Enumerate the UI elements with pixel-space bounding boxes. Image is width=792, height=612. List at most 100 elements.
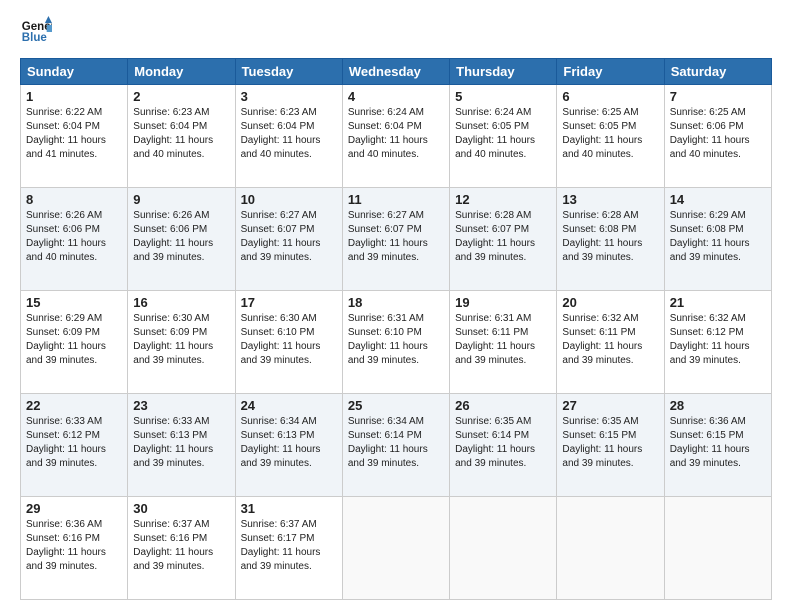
day-info: Sunrise: 6:31 AM Sunset: 6:11 PM Dayligh… bbox=[455, 312, 551, 368]
calendar-week-row: 1 Sunrise: 6:22 AM Sunset: 6:04 PM Dayli… bbox=[21, 85, 772, 188]
day-number: 7 bbox=[670, 89, 766, 104]
calendar-cell: 1 Sunrise: 6:22 AM Sunset: 6:04 PM Dayli… bbox=[21, 85, 128, 188]
day-number: 2 bbox=[133, 89, 229, 104]
calendar-cell: 29 Sunrise: 6:36 AM Sunset: 6:16 PM Dayl… bbox=[21, 497, 128, 600]
day-info: Sunrise: 6:22 AM Sunset: 6:04 PM Dayligh… bbox=[26, 106, 122, 162]
calendar-cell: 7 Sunrise: 6:25 AM Sunset: 6:06 PM Dayli… bbox=[664, 85, 771, 188]
calendar-cell: 13 Sunrise: 6:28 AM Sunset: 6:08 PM Dayl… bbox=[557, 188, 664, 291]
day-number: 5 bbox=[455, 89, 551, 104]
calendar-cell: 28 Sunrise: 6:36 AM Sunset: 6:15 PM Dayl… bbox=[664, 394, 771, 497]
calendar-week-row: 22 Sunrise: 6:33 AM Sunset: 6:12 PM Dayl… bbox=[21, 394, 772, 497]
header: General Blue bbox=[20, 16, 772, 48]
calendar-cell: 27 Sunrise: 6:35 AM Sunset: 6:15 PM Dayl… bbox=[557, 394, 664, 497]
day-number: 23 bbox=[133, 398, 229, 413]
day-number: 19 bbox=[455, 295, 551, 310]
day-number: 21 bbox=[670, 295, 766, 310]
day-number: 11 bbox=[348, 192, 444, 207]
day-number: 9 bbox=[133, 192, 229, 207]
calendar-cell: 3 Sunrise: 6:23 AM Sunset: 6:04 PM Dayli… bbox=[235, 85, 342, 188]
day-number: 10 bbox=[241, 192, 337, 207]
day-number: 15 bbox=[26, 295, 122, 310]
calendar-cell: 9 Sunrise: 6:26 AM Sunset: 6:06 PM Dayli… bbox=[128, 188, 235, 291]
calendar-cell bbox=[342, 497, 449, 600]
calendar-cell: 14 Sunrise: 6:29 AM Sunset: 6:08 PM Dayl… bbox=[664, 188, 771, 291]
calendar-header-row: SundayMondayTuesdayWednesdayThursdayFrid… bbox=[21, 59, 772, 85]
day-number: 22 bbox=[26, 398, 122, 413]
calendar-week-row: 8 Sunrise: 6:26 AM Sunset: 6:06 PM Dayli… bbox=[21, 188, 772, 291]
day-info: Sunrise: 6:25 AM Sunset: 6:05 PM Dayligh… bbox=[562, 106, 658, 162]
day-number: 29 bbox=[26, 501, 122, 516]
logo-icon: General Blue bbox=[20, 16, 52, 48]
calendar-cell: 19 Sunrise: 6:31 AM Sunset: 6:11 PM Dayl… bbox=[450, 291, 557, 394]
day-info: Sunrise: 6:23 AM Sunset: 6:04 PM Dayligh… bbox=[241, 106, 337, 162]
day-info: Sunrise: 6:32 AM Sunset: 6:12 PM Dayligh… bbox=[670, 312, 766, 368]
day-number: 3 bbox=[241, 89, 337, 104]
day-number: 27 bbox=[562, 398, 658, 413]
calendar-cell: 17 Sunrise: 6:30 AM Sunset: 6:10 PM Dayl… bbox=[235, 291, 342, 394]
day-info: Sunrise: 6:35 AM Sunset: 6:14 PM Dayligh… bbox=[455, 415, 551, 471]
calendar-day-header: Friday bbox=[557, 59, 664, 85]
day-number: 14 bbox=[670, 192, 766, 207]
day-number: 16 bbox=[133, 295, 229, 310]
day-number: 18 bbox=[348, 295, 444, 310]
calendar-cell: 4 Sunrise: 6:24 AM Sunset: 6:04 PM Dayli… bbox=[342, 85, 449, 188]
day-info: Sunrise: 6:36 AM Sunset: 6:16 PM Dayligh… bbox=[26, 518, 122, 574]
calendar-cell: 10 Sunrise: 6:27 AM Sunset: 6:07 PM Dayl… bbox=[235, 188, 342, 291]
day-info: Sunrise: 6:34 AM Sunset: 6:14 PM Dayligh… bbox=[348, 415, 444, 471]
day-number: 25 bbox=[348, 398, 444, 413]
calendar-day-header: Monday bbox=[128, 59, 235, 85]
day-info: Sunrise: 6:32 AM Sunset: 6:11 PM Dayligh… bbox=[562, 312, 658, 368]
calendar-cell: 22 Sunrise: 6:33 AM Sunset: 6:12 PM Dayl… bbox=[21, 394, 128, 497]
day-info: Sunrise: 6:33 AM Sunset: 6:13 PM Dayligh… bbox=[133, 415, 229, 471]
day-info: Sunrise: 6:29 AM Sunset: 6:09 PM Dayligh… bbox=[26, 312, 122, 368]
day-info: Sunrise: 6:23 AM Sunset: 6:04 PM Dayligh… bbox=[133, 106, 229, 162]
calendar-week-row: 29 Sunrise: 6:36 AM Sunset: 6:16 PM Dayl… bbox=[21, 497, 772, 600]
calendar-cell: 11 Sunrise: 6:27 AM Sunset: 6:07 PM Dayl… bbox=[342, 188, 449, 291]
calendar-cell bbox=[450, 497, 557, 600]
day-info: Sunrise: 6:36 AM Sunset: 6:15 PM Dayligh… bbox=[670, 415, 766, 471]
calendar-cell: 5 Sunrise: 6:24 AM Sunset: 6:05 PM Dayli… bbox=[450, 85, 557, 188]
day-number: 31 bbox=[241, 501, 337, 516]
calendar-day-header: Thursday bbox=[450, 59, 557, 85]
day-info: Sunrise: 6:31 AM Sunset: 6:10 PM Dayligh… bbox=[348, 312, 444, 368]
day-number: 17 bbox=[241, 295, 337, 310]
day-number: 28 bbox=[670, 398, 766, 413]
day-number: 20 bbox=[562, 295, 658, 310]
calendar-day-header: Sunday bbox=[21, 59, 128, 85]
day-number: 30 bbox=[133, 501, 229, 516]
day-info: Sunrise: 6:24 AM Sunset: 6:05 PM Dayligh… bbox=[455, 106, 551, 162]
day-info: Sunrise: 6:30 AM Sunset: 6:10 PM Dayligh… bbox=[241, 312, 337, 368]
calendar-table: SundayMondayTuesdayWednesdayThursdayFrid… bbox=[20, 58, 772, 600]
day-info: Sunrise: 6:33 AM Sunset: 6:12 PM Dayligh… bbox=[26, 415, 122, 471]
day-info: Sunrise: 6:29 AM Sunset: 6:08 PM Dayligh… bbox=[670, 209, 766, 265]
calendar-day-header: Saturday bbox=[664, 59, 771, 85]
day-info: Sunrise: 6:27 AM Sunset: 6:07 PM Dayligh… bbox=[241, 209, 337, 265]
day-number: 26 bbox=[455, 398, 551, 413]
calendar-cell: 15 Sunrise: 6:29 AM Sunset: 6:09 PM Dayl… bbox=[21, 291, 128, 394]
calendar-cell: 30 Sunrise: 6:37 AM Sunset: 6:16 PM Dayl… bbox=[128, 497, 235, 600]
day-number: 24 bbox=[241, 398, 337, 413]
calendar-week-row: 15 Sunrise: 6:29 AM Sunset: 6:09 PM Dayl… bbox=[21, 291, 772, 394]
calendar-cell: 8 Sunrise: 6:26 AM Sunset: 6:06 PM Dayli… bbox=[21, 188, 128, 291]
logo: General Blue bbox=[20, 16, 56, 48]
calendar-cell: 31 Sunrise: 6:37 AM Sunset: 6:17 PM Dayl… bbox=[235, 497, 342, 600]
calendar-cell: 18 Sunrise: 6:31 AM Sunset: 6:10 PM Dayl… bbox=[342, 291, 449, 394]
calendar-cell: 16 Sunrise: 6:30 AM Sunset: 6:09 PM Dayl… bbox=[128, 291, 235, 394]
day-info: Sunrise: 6:30 AM Sunset: 6:09 PM Dayligh… bbox=[133, 312, 229, 368]
svg-text:Blue: Blue bbox=[22, 32, 48, 44]
day-number: 4 bbox=[348, 89, 444, 104]
day-info: Sunrise: 6:35 AM Sunset: 6:15 PM Dayligh… bbox=[562, 415, 658, 471]
page: General Blue SundayMondayTuesdayWednesda… bbox=[0, 0, 792, 612]
calendar-cell: 23 Sunrise: 6:33 AM Sunset: 6:13 PM Dayl… bbox=[128, 394, 235, 497]
day-info: Sunrise: 6:27 AM Sunset: 6:07 PM Dayligh… bbox=[348, 209, 444, 265]
day-number: 13 bbox=[562, 192, 658, 207]
calendar-cell: 6 Sunrise: 6:25 AM Sunset: 6:05 PM Dayli… bbox=[557, 85, 664, 188]
calendar-cell bbox=[557, 497, 664, 600]
calendar-cell: 21 Sunrise: 6:32 AM Sunset: 6:12 PM Dayl… bbox=[664, 291, 771, 394]
day-number: 8 bbox=[26, 192, 122, 207]
calendar-cell: 24 Sunrise: 6:34 AM Sunset: 6:13 PM Dayl… bbox=[235, 394, 342, 497]
calendar-cell: 2 Sunrise: 6:23 AM Sunset: 6:04 PM Dayli… bbox=[128, 85, 235, 188]
day-info: Sunrise: 6:26 AM Sunset: 6:06 PM Dayligh… bbox=[26, 209, 122, 265]
day-number: 1 bbox=[26, 89, 122, 104]
day-info: Sunrise: 6:24 AM Sunset: 6:04 PM Dayligh… bbox=[348, 106, 444, 162]
